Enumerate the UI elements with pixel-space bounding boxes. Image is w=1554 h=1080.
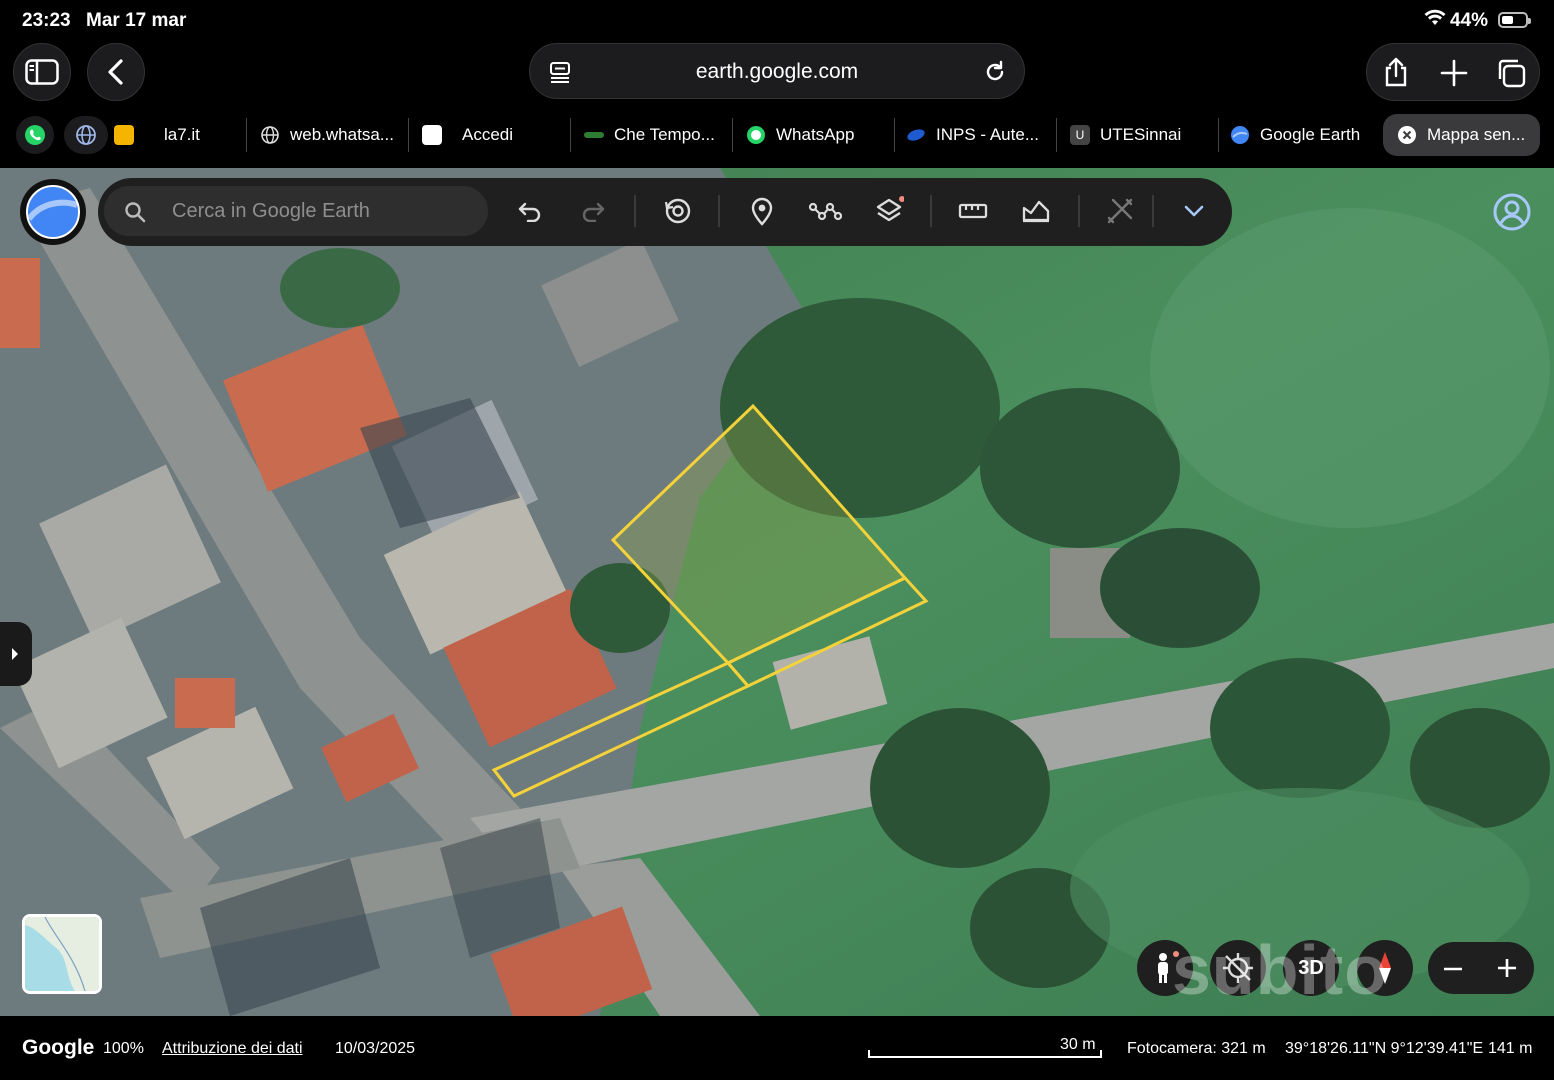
la7-icon [114,125,134,145]
history-icon [664,198,691,224]
tools-icon [1107,198,1133,224]
status-time: 23:23 [22,10,71,31]
new-tab-icon[interactable] [1440,59,1468,87]
tab-inps[interactable]: INPS - Aute... [906,114,1052,156]
elevation-button[interactable] [1019,194,1053,228]
layers-icon [876,196,904,222]
coordinates: 39°18'26.11"N 9°12'39.41"E [1285,1040,1484,1057]
search-icon [125,202,146,223]
more-tools-button[interactable] [1177,194,1211,228]
sidebar-expand-handle[interactable] [0,622,32,686]
redo-button[interactable] [576,194,610,228]
satellite-imagery [0,168,1554,1016]
tools-button[interactable] [1103,194,1137,228]
status-date: Mar 17 mar [86,10,187,31]
globe-icon [76,125,96,145]
tab-che-tempo[interactable]: Che Tempo... [584,114,728,156]
earth-footer: Google 100% Attribuzione dei dati 10/03/… [0,1016,1554,1080]
search-placeholder: Cerca in Google Earth [172,200,370,222]
undo-button[interactable] [513,194,547,228]
history-button[interactable] [661,194,695,228]
tab-whatsapp[interactable]: WhatsApp [746,114,890,156]
tab-mappa-active[interactable]: Mappa sen... [1383,114,1540,156]
u-icon: U [1070,125,1090,145]
weather-icon [584,132,604,138]
redo-icon [582,202,605,222]
earth-search-input[interactable]: Cerca in Google Earth [104,186,488,236]
bank-icon [422,125,442,145]
tab-utesinnai[interactable]: U UTESinnai [1070,114,1214,156]
satellite-map[interactable] [0,168,1554,1016]
imagery-date: 10/03/2025 [335,1040,416,1057]
chevron-down-icon [1184,205,1204,217]
battery-icon [1498,12,1531,28]
sidebar-icon [25,59,59,85]
tabs-overview-icon[interactable] [1495,57,1527,89]
whatsapp-icon [747,126,765,144]
reload-icon[interactable] [982,59,1008,85]
google-logo: Google [22,1036,95,1059]
scale-bar [868,1050,1102,1058]
zoom-level: 100% [103,1040,144,1057]
address-bar[interactable]: earth.google.com [529,43,1025,99]
globe-icon [261,126,279,144]
zoom-in-icon[interactable] [1496,957,1518,979]
pinned-tab-globe[interactable] [64,116,108,154]
elevation-profile-icon [1022,200,1050,223]
wifi-icon [1424,9,1446,32]
layers-button[interactable] [872,194,906,228]
subito-watermark: subito [1172,931,1388,1009]
location-pin-icon [751,197,773,226]
minimap-thumbnail [25,917,99,991]
status-bar: 23:23 Mar 17 mar 44% [0,0,1554,40]
close-tab-icon[interactable] [1397,125,1417,145]
tab-accedi[interactable]: Accedi [422,114,566,156]
zoom-out-icon[interactable] [1442,958,1464,980]
google-earth-icon [1231,126,1249,144]
browser-actions [1366,43,1540,101]
path-button[interactable] [808,194,842,228]
measure-button[interactable] [956,194,990,228]
tab-web-whatsapp[interactable]: web.whatsa... [260,114,404,156]
tab-la7[interactable]: la7.it [114,114,244,156]
path-icon [808,202,842,221]
battery-percent: 44% [1450,10,1489,31]
inps-icon [907,129,925,141]
chevron-right-icon [12,648,18,660]
share-icon[interactable] [1381,56,1411,88]
chevron-left-icon [108,59,123,85]
undo-icon [518,202,541,222]
data-attribution-link[interactable]: Attribuzione dei dati [162,1040,303,1058]
earth-globe-icon [26,185,80,239]
back-button[interactable] [87,43,145,101]
camera-altitude: Fotocamera: 321 m [1127,1040,1266,1057]
whatsapp-icon [25,125,45,145]
pinned-tab-whatsapp[interactable] [16,116,54,154]
placemark-button[interactable] [745,194,779,228]
tab-google-earth[interactable]: Google Earth [1230,114,1378,156]
ruler-icon [958,203,988,219]
account-icon[interactable] [1490,190,1534,234]
sidebar-toggle-button[interactable] [13,43,71,101]
tab-bar: la7.it web.whatsa... Accedi Che Tempo...… [0,110,1554,158]
url-text: earth.google.com [695,60,859,83]
google-earth-logo[interactable] [20,179,86,245]
ground-elevation: 141 m [1488,1040,1533,1057]
minimap[interactable] [22,914,102,994]
zoom-controls [1428,942,1534,994]
